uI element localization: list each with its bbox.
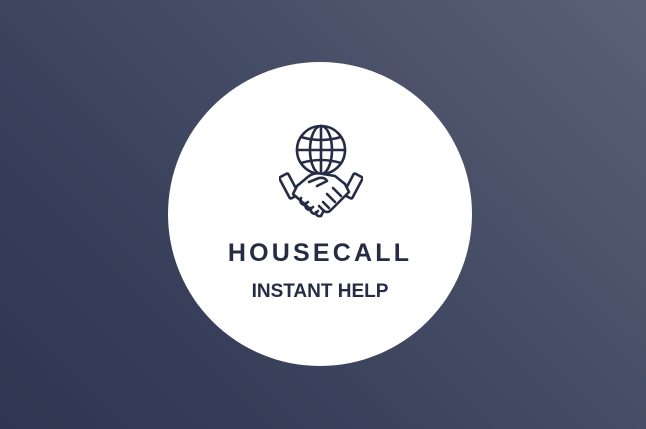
tagline: INSTANT HELP [251, 281, 389, 302]
globe-handshake-icon [279, 124, 363, 218]
brand-name: HOUSECALL [227, 239, 413, 267]
logo-badge: HOUSECALL INSTANT HELP [168, 62, 472, 366]
background: HOUSECALL INSTANT HELP [0, 0, 646, 429]
